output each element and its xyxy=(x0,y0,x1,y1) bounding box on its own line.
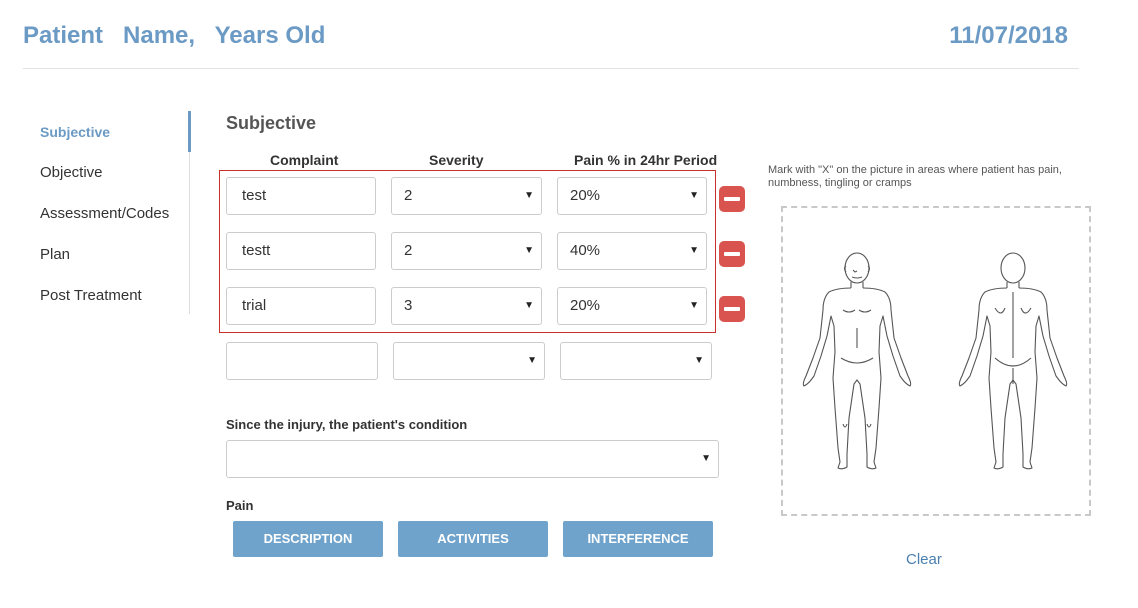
dropdown-caret-icon: ▼ xyxy=(701,453,711,464)
interference-button[interactable]: INTERFERENCE xyxy=(563,521,713,557)
severity-value: 2 xyxy=(404,187,413,204)
severity-value: 3 xyxy=(404,297,413,314)
nav-active-indicator xyxy=(188,111,191,152)
nav-item-subjective[interactable]: Subjective xyxy=(40,112,190,153)
body-chart-canvas[interactable] xyxy=(781,206,1091,516)
pain-label: Pain xyxy=(226,498,254,513)
nav-item-plan[interactable]: Plan xyxy=(40,235,190,276)
dropdown-caret-icon: ▼ xyxy=(689,245,699,256)
pain-percent-select[interactable]: 20% ▼ xyxy=(557,287,707,325)
severity-value: 2 xyxy=(404,242,413,259)
front-body-figure xyxy=(802,252,912,470)
patient-header: Patient Name, Years Old xyxy=(23,22,326,49)
dropdown-caret-icon: ▼ xyxy=(524,190,534,201)
pain-percent-value: 20% xyxy=(570,297,601,314)
pain-percent-select[interactable]: 20% ▼ xyxy=(557,177,707,215)
nav-item-objective[interactable]: Objective xyxy=(40,153,190,194)
severity-select[interactable]: 3 ▼ xyxy=(391,287,542,325)
complaint-input[interactable]: testt xyxy=(226,232,376,270)
pain-percent-select[interactable]: 40% ▼ xyxy=(557,232,707,270)
body-diagram xyxy=(802,252,1068,470)
remove-row-button[interactable] xyxy=(719,296,745,322)
complaint-input[interactable]: test xyxy=(226,177,376,215)
new-severity-select[interactable]: ▼ xyxy=(393,342,545,380)
activities-button[interactable]: ACTIVITIES xyxy=(398,521,548,557)
pain-percent-value: 20% xyxy=(570,187,601,204)
new-complaint-input[interactable] xyxy=(226,342,378,380)
description-button[interactable]: DESCRIPTION xyxy=(233,521,383,557)
severity-select[interactable]: 2 ▼ xyxy=(391,177,542,215)
back-body-figure xyxy=(958,252,1068,470)
pain-column-header: Pain % in 24hr Period xyxy=(574,152,718,168)
severity-column-header: Severity xyxy=(429,152,484,168)
section-title: Subjective xyxy=(226,113,317,133)
header-divider xyxy=(23,68,1079,69)
nav-item-assessment-codes[interactable]: Assessment/Codes xyxy=(40,194,190,235)
body-chart-instruction: Mark with "X" on the picture in areas wh… xyxy=(768,164,1062,189)
condition-label: Since the injury, the patient's conditio… xyxy=(226,417,468,432)
dropdown-caret-icon: ▼ xyxy=(694,355,704,366)
remove-row-icon xyxy=(724,197,740,201)
section-nav: Subjective Objective Assessment/Codes Pl… xyxy=(40,112,190,317)
visit-date: 11/07/2018 xyxy=(949,22,1068,49)
remove-row-icon xyxy=(724,307,740,311)
nav-item-post-treatment[interactable]: Post Treatment xyxy=(40,276,190,317)
dropdown-caret-icon: ▼ xyxy=(524,300,534,311)
remove-row-button[interactable] xyxy=(719,186,745,212)
dropdown-caret-icon: ▼ xyxy=(689,190,699,201)
dropdown-caret-icon: ▼ xyxy=(689,300,699,311)
complaint-input[interactable]: trial xyxy=(226,287,376,325)
pain-percent-value: 40% xyxy=(570,242,601,259)
remove-row-icon xyxy=(724,252,740,256)
complaint-column-header: Complaint xyxy=(270,152,339,168)
new-pain-percent-select[interactable]: ▼ xyxy=(560,342,712,380)
dropdown-caret-icon: ▼ xyxy=(524,245,534,256)
severity-select[interactable]: 2 ▼ xyxy=(391,232,542,270)
condition-select[interactable]: ▼ xyxy=(226,440,719,478)
remove-row-button[interactable] xyxy=(719,241,745,267)
dropdown-caret-icon: ▼ xyxy=(527,355,537,366)
clear-link[interactable]: Clear xyxy=(906,551,942,568)
